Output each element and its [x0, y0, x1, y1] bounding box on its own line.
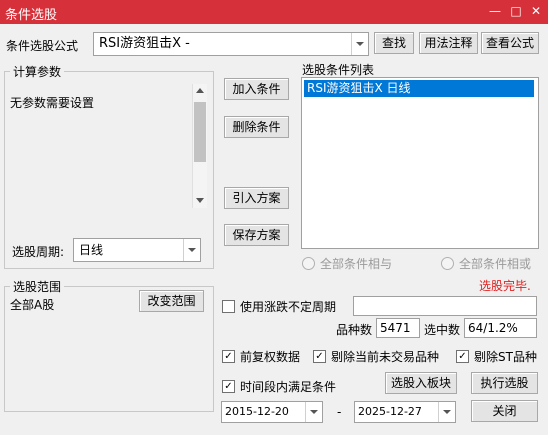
save-scheme-button[interactable]: 保存方案	[224, 224, 289, 246]
selected-count-label: 选中数	[424, 323, 461, 337]
params-scrollbar[interactable]	[192, 84, 207, 208]
mode-and-radio[interactable]	[302, 257, 315, 270]
selected-count-box: 64/1.2%	[464, 318, 537, 338]
find-button[interactable]: 查找	[374, 32, 414, 54]
check-icon: ✓	[315, 350, 324, 362]
delete-condition-button[interactable]: 删除条件	[224, 116, 289, 138]
condition-list-item[interactable]: RSI游资狙击X 日线	[304, 80, 534, 97]
exclude-st-checkbox[interactable]: ✓	[456, 350, 469, 363]
check-icon: ✓	[224, 380, 233, 392]
period-value: 日线	[79, 243, 104, 257]
mode-or-radio[interactable]	[441, 257, 454, 270]
end-date-value: 2025-12-27	[358, 405, 422, 418]
forward-adjust-checkbox[interactable]: ✓	[222, 350, 235, 363]
stock-count-box: 5471	[376, 318, 420, 338]
chevron-down-icon[interactable]	[183, 239, 200, 261]
date-dash: -	[337, 405, 342, 419]
stock-count-value: 5471	[380, 321, 411, 335]
execute-button[interactable]: 执行选股	[471, 372, 538, 394]
close-icon[interactable]: ✕	[527, 2, 545, 20]
exclude-untraded-label: 剔除当前未交易品种	[331, 350, 440, 364]
formula-combobox[interactable]: RSI游资狙击X -	[93, 32, 369, 56]
usage-notes-button[interactable]: 用法注释	[419, 32, 478, 54]
forward-adjust-label: 前复权数据	[240, 350, 301, 364]
status-text: 选股完毕.	[479, 279, 531, 293]
minimize-icon[interactable]: —	[486, 2, 504, 20]
maximize-icon[interactable]: □	[507, 2, 525, 20]
window-title: 条件选股	[5, 8, 58, 23]
scroll-down-icon[interactable]	[196, 198, 204, 203]
condition-list[interactable]: RSI游资狙击X 日线	[301, 77, 539, 249]
scroll-up-icon[interactable]	[196, 88, 204, 93]
check-icon: ✓	[224, 350, 233, 362]
uncertain-period-label: 使用涨跌不定周期	[240, 300, 337, 314]
range-group-title: 选股范围	[10, 278, 65, 295]
exclude-untraded-checkbox[interactable]: ✓	[313, 350, 326, 363]
params-text: 无参数需要设置	[10, 96, 95, 110]
import-scheme-button[interactable]: 引入方案	[224, 187, 289, 209]
add-to-block-button[interactable]: 选股入板块	[385, 372, 457, 394]
period-select[interactable]: 日线	[73, 238, 201, 262]
end-date-picker[interactable]: 2025-12-27	[354, 401, 456, 423]
params-group-title: 计算参数	[10, 63, 65, 80]
chevron-down-icon[interactable]	[351, 33, 368, 55]
formula-value: RSI游资狙击X -	[99, 36, 190, 51]
selected-count-value: 64/1.2%	[468, 321, 518, 335]
formula-label: 条件选股公式	[6, 39, 79, 53]
mode-or-label: 全部条件相或	[459, 257, 532, 271]
period-label: 选股周期:	[12, 245, 65, 259]
scroll-thumb[interactable]	[194, 102, 206, 162]
chevron-down-icon[interactable]	[438, 402, 455, 422]
uncertain-period-input[interactable]	[353, 296, 537, 316]
stock-count-label: 品种数	[336, 323, 373, 337]
title-bar: 条件选股 — □ ✕	[0, 0, 548, 24]
range-value: 全部A股	[10, 298, 55, 312]
change-range-button[interactable]: 改变范围	[139, 290, 204, 312]
time-range-checkbox[interactable]: ✓	[222, 380, 235, 393]
exclude-st-label: 剔除ST品种	[474, 350, 537, 364]
view-formula-button[interactable]: 查看公式	[481, 32, 539, 54]
condition-list-title: 选股条件列表	[302, 63, 375, 77]
check-icon: ✓	[458, 350, 467, 362]
uncertain-period-checkbox[interactable]	[222, 300, 235, 313]
mode-and-label: 全部条件相与	[320, 257, 393, 271]
add-condition-button[interactable]: 加入条件	[224, 78, 289, 100]
start-date-picker[interactable]: 2015-12-20	[221, 401, 323, 423]
close-button[interactable]: 关闭	[471, 400, 538, 422]
chevron-down-icon[interactable]	[305, 402, 322, 422]
start-date-value: 2015-12-20	[225, 405, 289, 418]
time-range-label: 时间段内满足条件	[240, 380, 337, 394]
